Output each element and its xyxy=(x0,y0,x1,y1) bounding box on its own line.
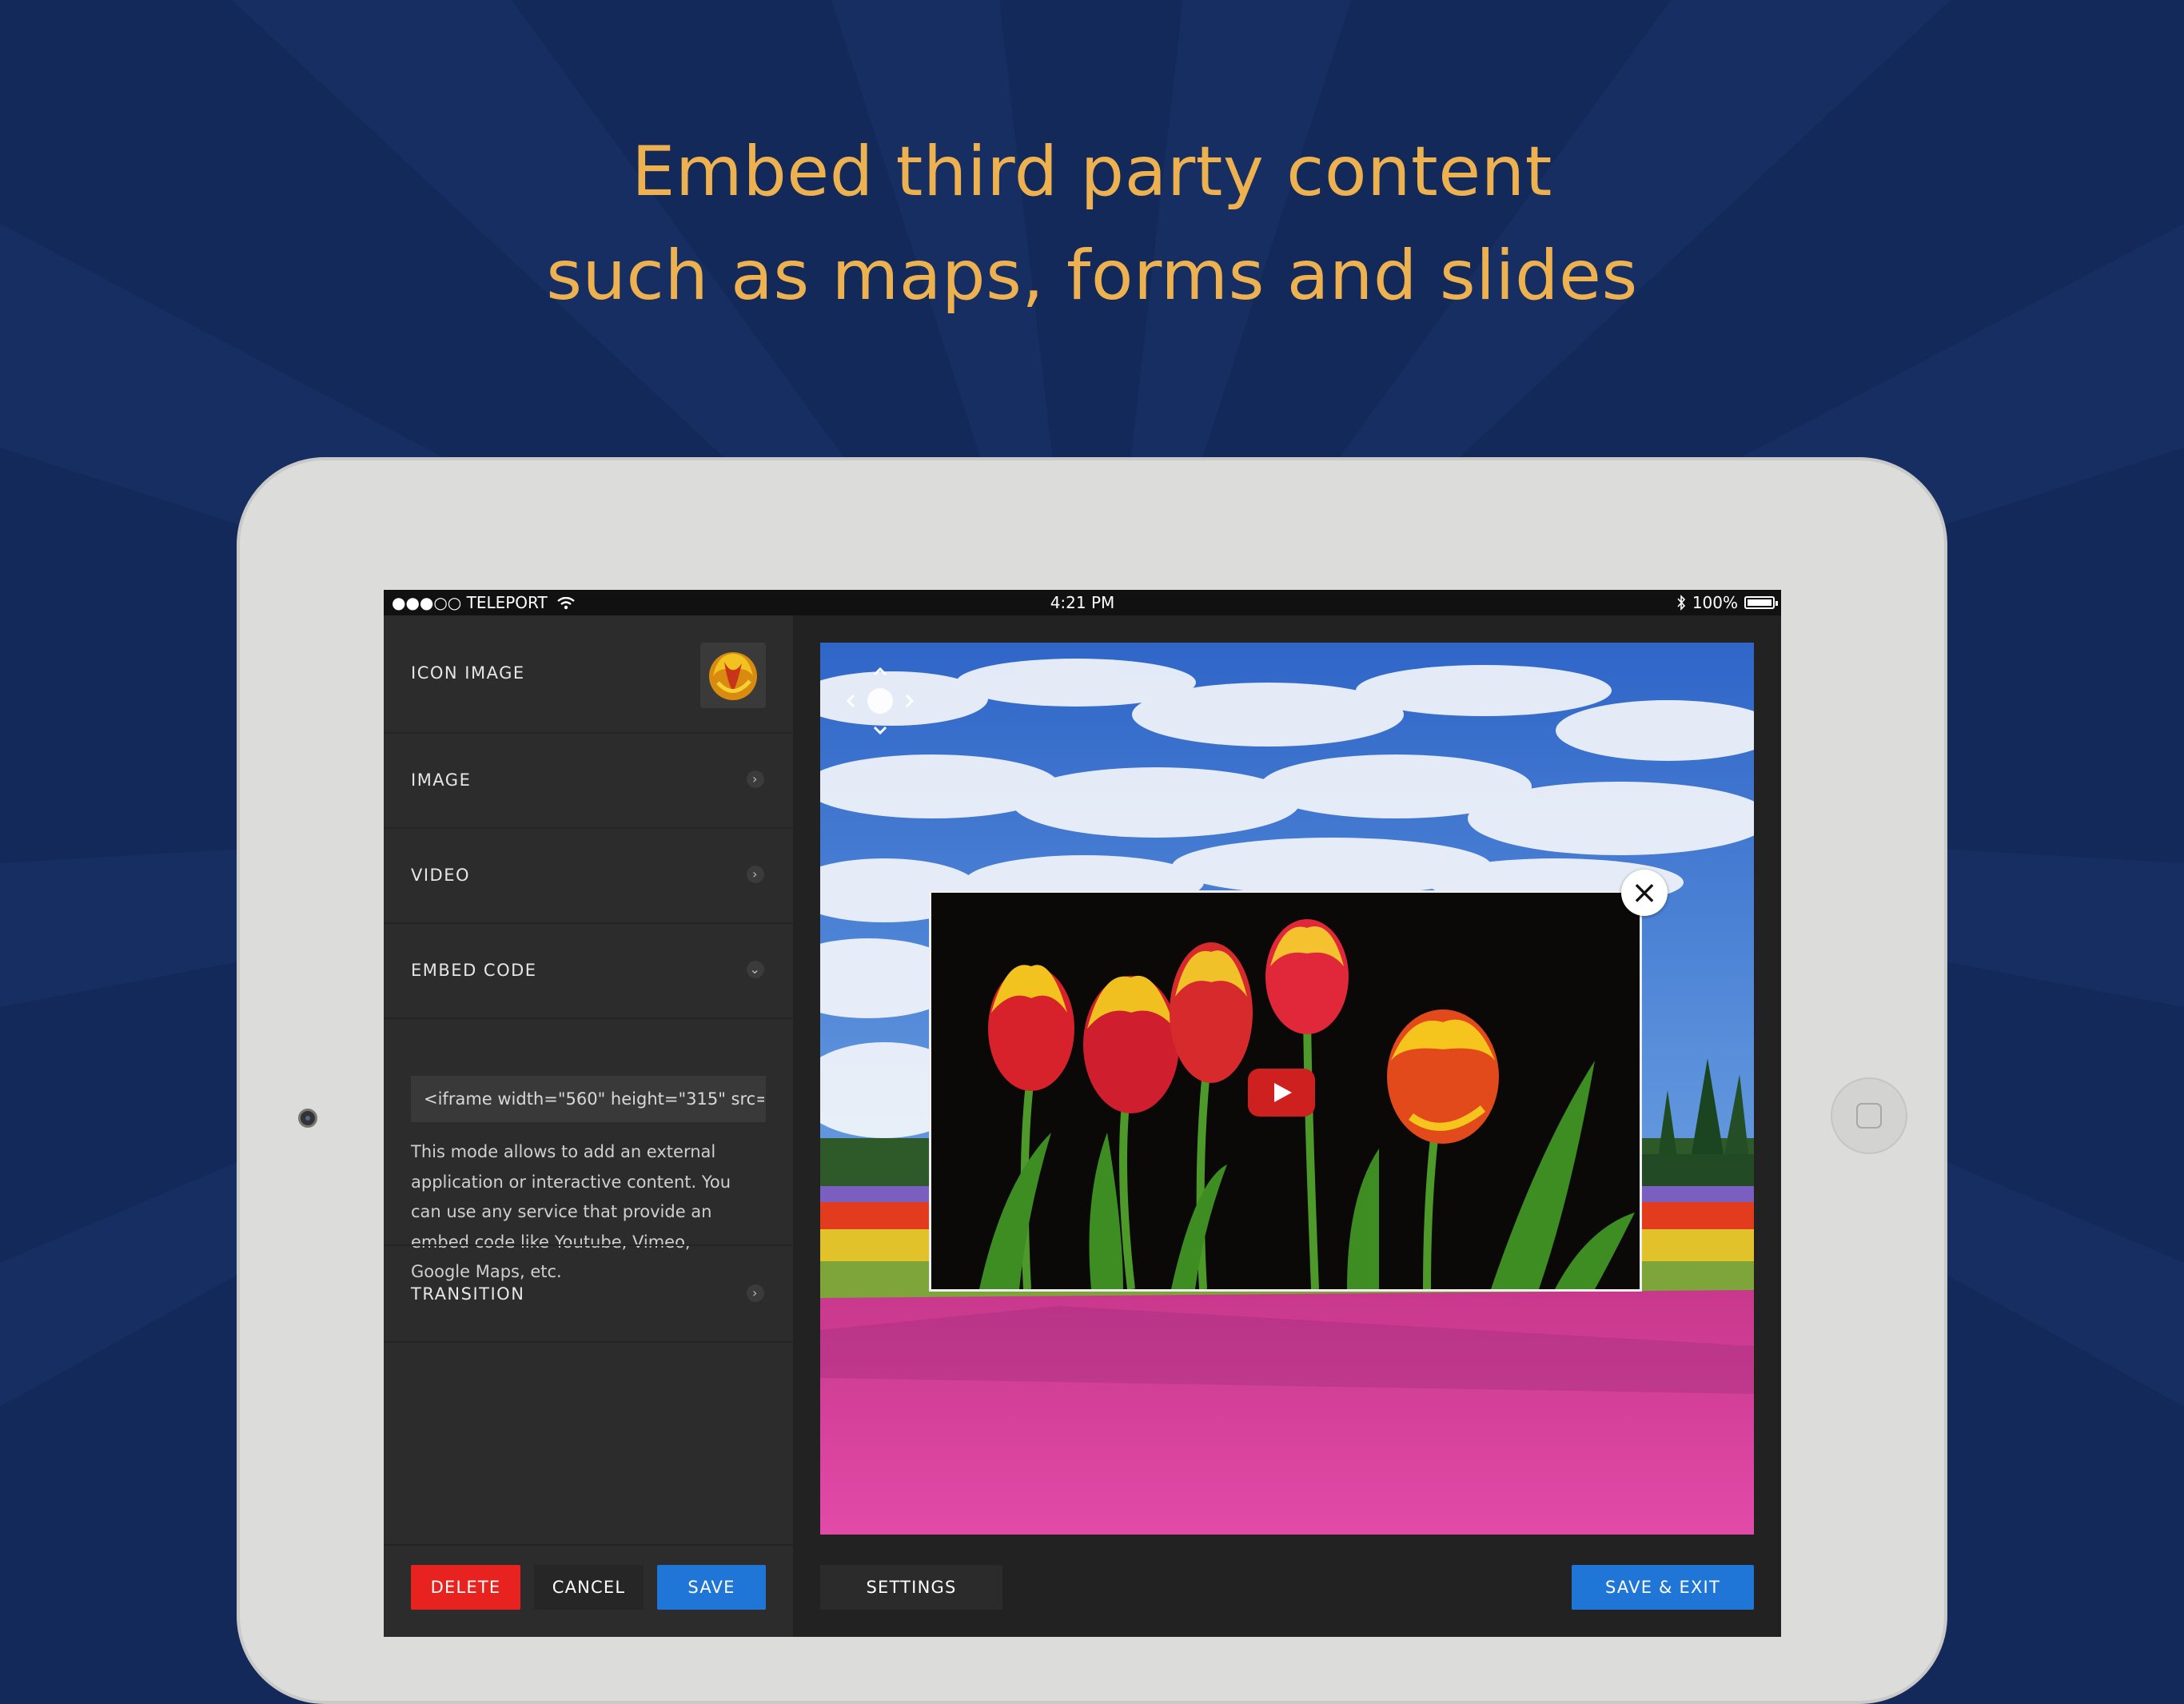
delete-button[interactable]: DELETE xyxy=(411,1565,520,1610)
sidebar-item-embed-code[interactable]: EMBED CODE ⌄ xyxy=(384,924,793,1019)
sidebar-item-transition[interactable]: TRANSITION › xyxy=(384,1246,793,1343)
headline-line-1: Embed third party content xyxy=(632,132,1552,212)
settings-button[interactable]: SETTINGS xyxy=(820,1565,1002,1610)
chevron-right-icon: › xyxy=(747,1284,764,1302)
sidebar-item-label: ICON IMAGE xyxy=(411,663,525,683)
status-right: 100% xyxy=(1676,590,1778,615)
rotate-360-control[interactable] xyxy=(846,667,915,735)
icon-image-thumbnail[interactable] xyxy=(700,643,766,708)
app-screen: ●●●○○ TELEPORT 4:21 PM 100% ICON IMAGE I… xyxy=(384,590,1781,1637)
sidebar-item-label: TRANSITION xyxy=(411,1284,525,1304)
embedded-video[interactable] xyxy=(929,890,1642,1292)
home-button[interactable] xyxy=(1831,1077,1907,1154)
panorama-canvas[interactable]: × xyxy=(820,643,1754,1535)
status-time: 4:21 PM xyxy=(1050,593,1115,612)
embed-code-input[interactable] xyxy=(411,1076,766,1122)
sidebar-item-video[interactable]: VIDEO › xyxy=(384,829,793,924)
sidebar-item-icon-image[interactable]: ICON IMAGE xyxy=(384,615,793,734)
close-icon[interactable]: × xyxy=(1621,870,1668,916)
chevron-right-icon: › xyxy=(747,770,764,788)
save-exit-button[interactable]: SAVE & EXIT xyxy=(1572,1565,1754,1610)
headline: Embed third party content such as maps, … xyxy=(0,120,2184,328)
sidebar-item-label: IMAGE xyxy=(411,770,472,790)
tulip-thumbnail-image xyxy=(709,652,757,700)
battery-percent: 100% xyxy=(1692,593,1738,612)
rotate-360-icon xyxy=(846,667,915,735)
sidebar: ICON IMAGE IMAGE › VIDEO › EMBED CODE ⌄ … xyxy=(384,615,793,1637)
status-bar: ●●●○○ TELEPORT 4:21 PM 100% xyxy=(384,590,1781,615)
sidebar-item-image[interactable]: IMAGE › xyxy=(384,734,793,829)
camera-icon xyxy=(298,1109,317,1128)
play-icon[interactable] xyxy=(1248,1069,1315,1117)
divider xyxy=(384,1544,793,1546)
chevron-down-icon: ⌄ xyxy=(747,961,764,978)
save-button[interactable]: SAVE xyxy=(657,1565,766,1610)
home-square-icon xyxy=(1856,1103,1882,1129)
cancel-button[interactable]: CANCEL xyxy=(534,1565,644,1610)
headline-line-2: such as maps, forms and slides xyxy=(546,236,1638,316)
battery-icon xyxy=(1744,596,1778,609)
bluetooth-icon xyxy=(1677,595,1685,611)
sidebar-item-label: EMBED CODE xyxy=(411,961,537,980)
sidebar-item-label: VIDEO xyxy=(411,866,471,885)
chevron-right-icon: › xyxy=(747,866,764,883)
